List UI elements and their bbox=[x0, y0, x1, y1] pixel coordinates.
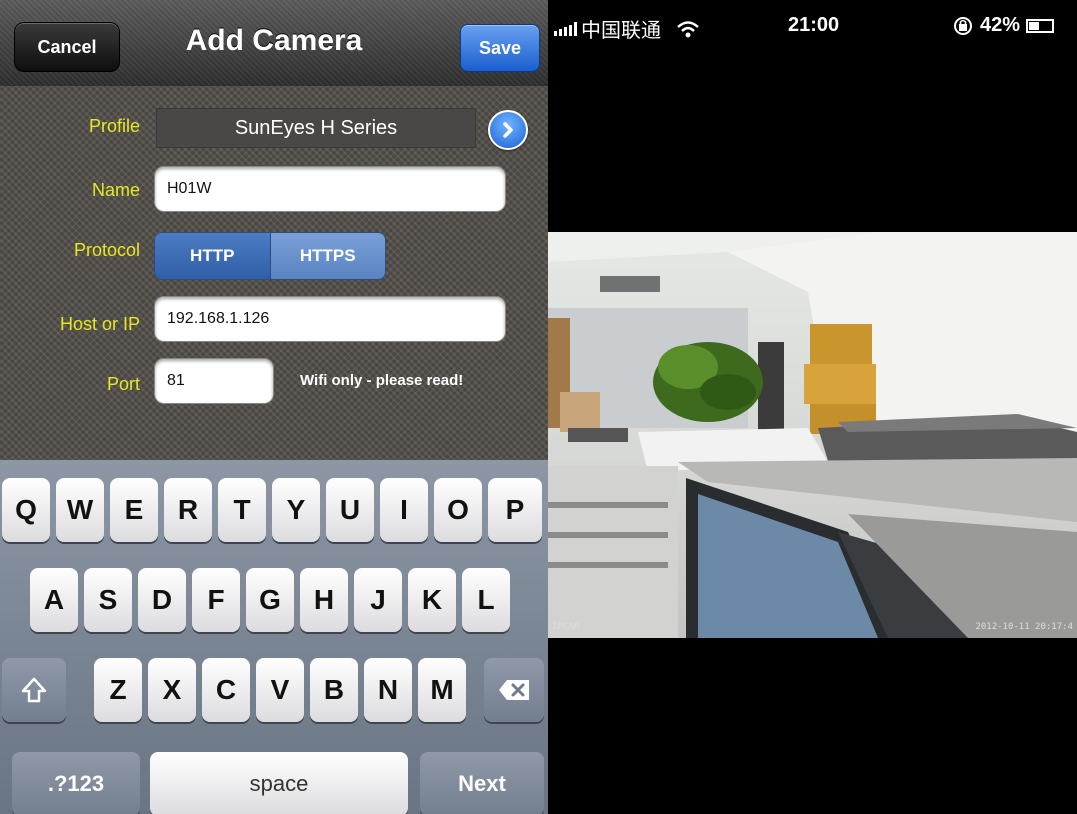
host-label: Host or IP bbox=[59, 314, 140, 334]
key-y[interactable]: Y bbox=[272, 478, 320, 542]
name-input[interactable]: H01W bbox=[154, 166, 506, 212]
cancel-button[interactable]: Cancel bbox=[14, 22, 120, 72]
carrier-info: 中国联通 bbox=[554, 14, 701, 43]
key-q[interactable]: Q bbox=[2, 478, 50, 542]
key-r[interactable]: R bbox=[164, 478, 212, 542]
key-w[interactable]: W bbox=[56, 478, 104, 542]
battery-percent: 42% bbox=[980, 14, 1021, 36]
key-l[interactable]: L bbox=[462, 568, 510, 632]
protocol-http-option[interactable]: HTTP bbox=[155, 233, 271, 279]
status-bar: 中国联通 21:00 42% bbox=[548, 0, 1077, 52]
key-e[interactable]: E bbox=[110, 478, 158, 542]
shift-icon bbox=[21, 677, 47, 703]
key-b[interactable]: B bbox=[310, 658, 358, 722]
key-x[interactable]: X bbox=[148, 658, 196, 722]
port-label: Port bbox=[106, 374, 140, 394]
key-m[interactable]: M bbox=[418, 658, 466, 722]
keyboard: Q W E R T Y U I O P A S D F G H J K L Z … bbox=[0, 460, 548, 814]
chevron-right-circle-icon[interactable] bbox=[488, 110, 528, 150]
key-k[interactable]: K bbox=[408, 568, 456, 632]
camera-live-screen: 中国联通 21:00 42% IPCAM 2012-10-11 20:17:4 bbox=[548, 0, 1077, 814]
backspace-key[interactable] bbox=[484, 658, 544, 722]
wifi-icon bbox=[677, 20, 699, 37]
protocol-segmented-control: HTTP HTTPS bbox=[154, 232, 386, 280]
key-t[interactable]: T bbox=[218, 478, 266, 542]
next-key[interactable]: Next bbox=[420, 752, 544, 814]
key-s[interactable]: S bbox=[84, 568, 132, 632]
host-input[interactable]: 192.168.1.126 bbox=[154, 296, 506, 342]
protocol-https-option[interactable]: HTTPS bbox=[270, 233, 385, 279]
key-a[interactable]: A bbox=[30, 568, 78, 632]
camera-scene-image bbox=[548, 232, 1077, 638]
wifi-only-note-link[interactable]: Wifi only - please read! bbox=[300, 372, 463, 389]
profile-label: Profile bbox=[88, 116, 140, 136]
camera-video-feed[interactable]: IPCAM 2012-10-11 20:17:4 bbox=[548, 232, 1077, 638]
key-z[interactable]: Z bbox=[94, 658, 142, 722]
save-button[interactable]: Save bbox=[460, 24, 540, 72]
profile-value[interactable]: SunEyes H Series bbox=[156, 108, 476, 148]
rotation-lock-icon bbox=[954, 16, 972, 35]
backspace-icon bbox=[499, 680, 529, 700]
key-f[interactable]: F bbox=[192, 568, 240, 632]
carrier-name: 中国联通 bbox=[581, 20, 661, 42]
key-j[interactable]: J bbox=[354, 568, 402, 632]
space-key[interactable]: space bbox=[150, 752, 408, 814]
battery-icon bbox=[1026, 18, 1055, 33]
key-n[interactable]: N bbox=[364, 658, 412, 722]
camera-name-overlay: IPCAM bbox=[552, 622, 580, 632]
name-label: Name bbox=[91, 180, 140, 200]
protocol-label: Protocol bbox=[73, 240, 140, 260]
key-d[interactable]: D bbox=[138, 568, 186, 632]
add-camera-screen: Cancel Add Camera Save Profile SunEyes H… bbox=[0, 0, 548, 814]
nav-bar: Cancel Add Camera Save bbox=[0, 0, 548, 87]
shift-key[interactable] bbox=[2, 658, 66, 722]
battery-area: 42% bbox=[952, 14, 1055, 37]
key-p[interactable]: P bbox=[488, 478, 542, 542]
camera-timestamp-overlay: 2012-10-11 20:17:4 bbox=[975, 622, 1073, 632]
key-g[interactable]: G bbox=[246, 568, 294, 632]
status-time: 21:00 bbox=[788, 14, 840, 36]
port-input[interactable]: 81 bbox=[154, 358, 274, 404]
key-c[interactable]: C bbox=[202, 658, 250, 722]
key-o[interactable]: O bbox=[434, 478, 482, 542]
key-h[interactable]: H bbox=[300, 568, 348, 632]
camera-form: Profile SunEyes H Series Name H01W Proto… bbox=[0, 86, 548, 460]
signal-bars-icon bbox=[554, 21, 577, 36]
key-v[interactable]: V bbox=[256, 658, 304, 722]
key-i[interactable]: I bbox=[380, 478, 428, 542]
key-u[interactable]: U bbox=[326, 478, 374, 542]
numbers-key[interactable]: .?123 bbox=[12, 752, 140, 814]
